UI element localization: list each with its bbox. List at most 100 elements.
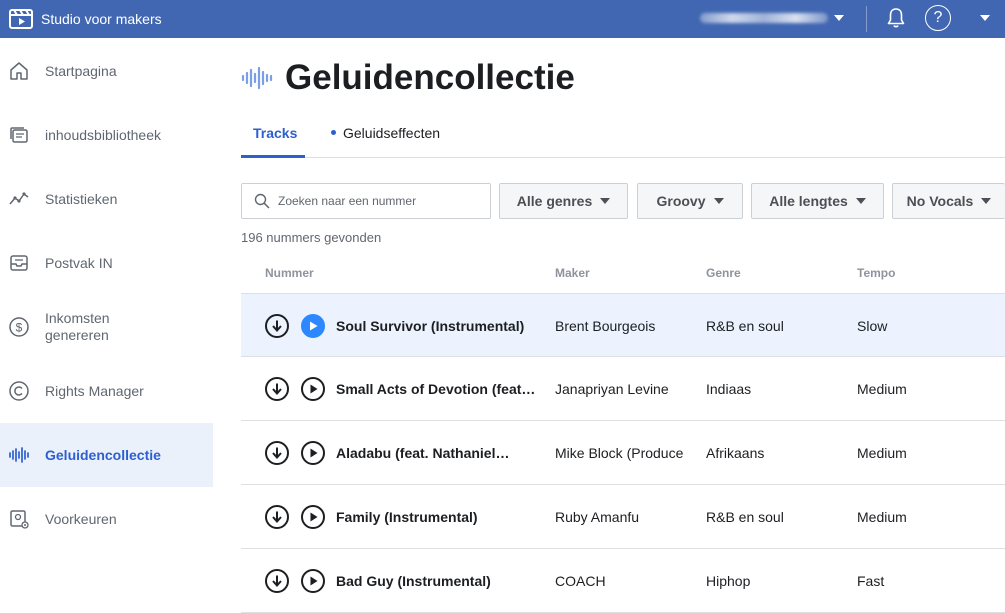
top-bar: Studio voor makers ?	[0, 0, 1005, 38]
inbox-icon	[8, 252, 30, 274]
filter-label: Alle genres	[516, 193, 593, 209]
track-name[interactable]: Soul Survivor (Instrumental)	[336, 318, 536, 334]
sidebar-item-label: Postvak IN	[45, 254, 113, 271]
download-icon[interactable]	[265, 314, 289, 338]
filter-vocals-dropdown[interactable]: No Vocals	[892, 183, 1005, 219]
track-name[interactable]: Bad Guy (Instrumental)	[336, 573, 536, 589]
chevron-down-icon	[855, 198, 866, 204]
track-genre: R&B en soul	[706, 318, 784, 334]
column-header-tempo: Tempo	[857, 266, 896, 280]
track-tempo: Medium	[857, 509, 907, 525]
play-icon[interactable]	[301, 505, 325, 529]
chevron-down-icon[interactable]	[980, 15, 990, 21]
column-header-maker: Maker	[555, 266, 590, 280]
result-count: 196 nummers gevonden	[241, 230, 382, 245]
track-tempo: Slow	[857, 318, 888, 334]
copyright-icon	[8, 380, 30, 402]
svg-text:$: $	[16, 321, 23, 335]
track-name[interactable]: Aladabu (feat. Nathaniel…	[336, 445, 536, 461]
download-icon[interactable]	[265, 377, 289, 401]
table-row[interactable]: Family (Instrumental) Ruby Amanfu R&B en…	[241, 485, 1005, 549]
tab-geluidseffecten[interactable]: Geluidseffecten	[331, 125, 440, 141]
new-dot-indicator	[331, 130, 336, 135]
track-maker: COACH	[555, 573, 606, 589]
soundwave-icon	[241, 66, 273, 90]
sidebar-item-rights-manager[interactable]: Rights Manager	[0, 359, 213, 423]
active-tab-indicator	[241, 155, 305, 158]
track-name[interactable]: Small Acts of Devotion (feat. …	[336, 381, 536, 397]
clapperboard-play-icon[interactable]	[9, 8, 33, 30]
library-icon	[8, 124, 30, 146]
search-box[interactable]	[241, 183, 491, 219]
track-maker: Brent Bourgeois	[555, 318, 656, 334]
sidebar-item-voorkeuren[interactable]: Voorkeuren	[0, 487, 213, 551]
track-maker: Janapriyan Levine	[555, 381, 669, 397]
settings-icon	[8, 508, 30, 530]
filter-length-dropdown[interactable]: Alle lengtes	[751, 183, 884, 219]
track-genre: R&B en soul	[706, 509, 784, 525]
filter-genre-dropdown[interactable]: Alle genres	[499, 183, 628, 219]
play-icon[interactable]	[301, 377, 325, 401]
filter-label: No Vocals	[906, 193, 974, 209]
table-row[interactable]: Aladabu (feat. Nathaniel… Mike Block (Pr…	[241, 421, 1005, 485]
sidebar-item-label: Rights Manager	[45, 382, 144, 399]
sidebar-item-inhoudsbibliotheek[interactable]: inhoudsbibliotheek	[0, 103, 213, 167]
download-icon[interactable]	[265, 569, 289, 593]
chevron-down-icon	[713, 198, 724, 204]
sidebar-item-label: Statistieken	[45, 190, 118, 207]
tab-label: Geluidseffecten	[343, 125, 441, 141]
page-header: Geluidencollectie	[241, 58, 575, 98]
soundwave-icon	[8, 444, 30, 466]
account-switcher[interactable]	[700, 8, 844, 28]
main-content: Geluidencollectie Tracks Geluidseffecten…	[213, 38, 1005, 613]
app-title[interactable]: Studio voor makers	[41, 11, 162, 27]
chevron-down-icon	[981, 198, 992, 204]
filter-label: Alle lengtes	[769, 193, 848, 209]
page-title: Geluidencollectie	[285, 58, 575, 97]
play-icon[interactable]	[301, 569, 325, 593]
dollar-icon: $	[8, 316, 30, 338]
track-tempo: Medium	[857, 445, 907, 461]
table-row[interactable]: Bad Guy (Instrumental) COACH Hiphop Fast	[241, 549, 1005, 613]
sidebar-item-geluidencollectie[interactable]: Geluidencollectie	[0, 423, 213, 487]
sidebar: Startpagina inhoudsbibliotheek Statistie…	[0, 38, 213, 613]
account-name-redacted	[700, 13, 828, 23]
track-maker: Ruby Amanfu	[555, 509, 640, 525]
search-icon	[254, 193, 270, 209]
track-maker: Mike Block (Produce	[555, 445, 683, 461]
download-icon[interactable]	[265, 441, 289, 465]
sidebar-item-label: Geluidencollectie	[45, 446, 161, 463]
sidebar-item-label: Inkomsten genereren	[45, 310, 110, 343]
sidebar-item-postvak-in[interactable]: Postvak IN	[0, 231, 213, 295]
divider	[866, 6, 867, 32]
track-tempo: Medium	[857, 381, 907, 397]
sidebar-item-statistieken[interactable]: Statistieken	[0, 167, 213, 231]
track-genre: Hiphop	[706, 573, 751, 589]
sidebar-item-label: inhoudsbibliotheek	[45, 126, 161, 143]
tab-tracks[interactable]: Tracks	[253, 125, 297, 141]
search-input[interactable]	[278, 194, 478, 208]
column-header-genre: Genre	[706, 266, 741, 280]
help-icon[interactable]: ?	[925, 5, 951, 31]
download-icon[interactable]	[265, 505, 289, 529]
home-icon	[8, 60, 30, 82]
play-icon[interactable]	[301, 441, 325, 465]
filter-mood-dropdown[interactable]: Groovy	[637, 183, 743, 219]
bell-icon[interactable]	[884, 6, 908, 30]
filter-label: Groovy	[656, 193, 706, 209]
stats-icon	[8, 188, 30, 210]
track-genre: Indiaas	[706, 381, 752, 397]
sidebar-item-label: Startpagina	[45, 62, 117, 79]
chevron-down-icon	[834, 15, 844, 21]
sidebar-item-startpagina[interactable]: Startpagina	[0, 39, 213, 103]
sidebar-item-inkomsten-genereren[interactable]: $ Inkomsten genereren	[0, 295, 213, 359]
column-header-track: Nummer	[265, 266, 314, 280]
chevron-down-icon	[600, 198, 611, 204]
sidebar-item-label: Voorkeuren	[45, 510, 117, 527]
track-name[interactable]: Family (Instrumental)	[336, 509, 536, 525]
play-icon[interactable]	[301, 314, 325, 338]
track-genre: Afrikaans	[706, 445, 765, 461]
table-row[interactable]: Soul Survivor (Instrumental) Brent Bourg…	[241, 293, 1005, 357]
tab-bar: Tracks Geluidseffecten	[241, 116, 1005, 158]
table-row[interactable]: Small Acts of Devotion (feat. … Janapriy…	[241, 357, 1005, 421]
